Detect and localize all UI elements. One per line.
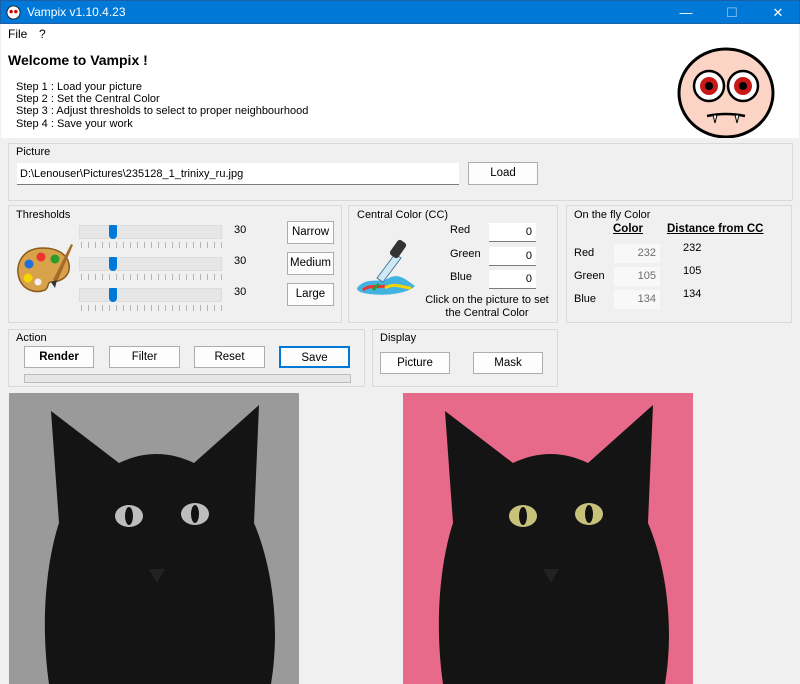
action-group: Action Render Filter Reset Save bbox=[8, 329, 365, 387]
picture-path-input[interactable]: D:\Lenouser\Pictures\235128_1_trinixy_ru… bbox=[17, 163, 459, 185]
welcome-title: Welcome to Vampix ! bbox=[8, 52, 148, 68]
cc-blue-input[interactable]: 0 bbox=[489, 270, 536, 289]
thresholds-label: Thresholds bbox=[16, 209, 71, 221]
threshold-value-1: 30 bbox=[234, 224, 247, 236]
fly-color-group: On the fly Color Color Distance from CC … bbox=[566, 205, 792, 323]
eyedropper-icon bbox=[357, 239, 415, 295]
threshold-slider-3-thumb[interactable] bbox=[108, 288, 117, 302]
step-1: Step 1 : Load your picture bbox=[16, 81, 142, 93]
fly-blue-label: Blue bbox=[574, 293, 597, 305]
cc-red-label: Red bbox=[450, 224, 471, 236]
threshold-slider-1[interactable] bbox=[79, 225, 222, 239]
fly-green-value: 105 bbox=[614, 267, 660, 286]
maximize-button[interactable]: ☐ bbox=[709, 1, 755, 25]
fly-distance-header: Distance from CC bbox=[667, 223, 764, 235]
fly-color-label: On the fly Color bbox=[574, 209, 651, 221]
original-image[interactable] bbox=[403, 393, 693, 684]
cc-green-label: Green bbox=[450, 248, 481, 260]
display-label: Display bbox=[380, 332, 417, 344]
picture-group-label: Picture bbox=[16, 146, 51, 158]
reset-button[interactable]: Reset bbox=[194, 346, 265, 368]
menu-help[interactable]: ? bbox=[39, 27, 46, 41]
threshold-slider-3[interactable] bbox=[79, 288, 222, 302]
mask-view-button[interactable]: Mask bbox=[473, 352, 543, 374]
cc-red-input[interactable]: 0 bbox=[489, 223, 536, 242]
minimize-button[interactable]: — bbox=[663, 1, 709, 25]
fly-blue-value: 134 bbox=[614, 290, 660, 309]
fly-green-label: Green bbox=[574, 270, 605, 282]
menu-file[interactable]: File bbox=[8, 27, 27, 41]
action-label: Action bbox=[16, 332, 47, 344]
cc-green-input[interactable]: 0 bbox=[489, 247, 536, 266]
threshold-slider-1-ticks bbox=[81, 242, 222, 248]
processed-image[interactable] bbox=[9, 393, 299, 684]
close-button[interactable]: ✕ bbox=[755, 1, 800, 25]
central-color-group: Central Color (CC) Red Green Blue 0 0 0 … bbox=[348, 205, 558, 323]
threshold-value-2: 30 bbox=[234, 255, 247, 267]
save-button[interactable]: Save bbox=[279, 346, 350, 368]
narrow-button[interactable]: Narrow bbox=[287, 221, 334, 244]
display-group: Display Picture Mask bbox=[372, 329, 558, 387]
thresholds-group: Thresholds 30 30 30 Narrow Medium Large bbox=[8, 205, 342, 323]
step-2: Step 2 : Set the Central Color bbox=[16, 93, 160, 105]
app-icon bbox=[6, 5, 21, 20]
threshold-slider-2[interactable] bbox=[79, 257, 222, 271]
step-3: Step 3 : Adjust thresholds to select to … bbox=[16, 105, 309, 117]
title-bar[interactable]: Vampix v1.10.4.23 — ☐ ✕ bbox=[0, 0, 800, 24]
threshold-value-3: 30 bbox=[234, 286, 247, 298]
cc-hint: Click on the picture to set the Central … bbox=[425, 294, 549, 319]
threshold-slider-2-ticks bbox=[81, 274, 222, 280]
step-4: Step 4 : Save your work bbox=[16, 118, 133, 130]
fly-red-label: Red bbox=[574, 247, 595, 259]
fly-blue-distance: 134 bbox=[683, 288, 702, 300]
fly-color-header: Color bbox=[613, 223, 644, 235]
menu-bar: File ? bbox=[1, 24, 799, 44]
render-button[interactable]: Render bbox=[24, 346, 94, 368]
picture-group: Picture D:\Lenouser\Pictures\235128_1_tr… bbox=[8, 143, 793, 201]
central-color-label: Central Color (CC) bbox=[357, 209, 449, 221]
medium-button[interactable]: Medium bbox=[287, 252, 334, 275]
large-button[interactable]: Large bbox=[287, 283, 334, 306]
picture-view-button[interactable]: Picture bbox=[380, 352, 450, 374]
threshold-slider-3-ticks bbox=[81, 305, 222, 311]
fly-green-distance: 105 bbox=[683, 265, 702, 277]
progress-bar bbox=[24, 374, 351, 383]
load-button[interactable]: Load bbox=[468, 162, 538, 185]
welcome-header: Welcome to Vampix ! Step 1 : Load your p… bbox=[1, 44, 799, 138]
filter-button[interactable]: Filter bbox=[109, 346, 180, 368]
palette-icon bbox=[17, 244, 73, 293]
vampire-logo bbox=[677, 47, 775, 138]
fly-red-value: 232 bbox=[614, 244, 660, 263]
fly-red-distance: 232 bbox=[683, 242, 702, 254]
threshold-slider-2-thumb[interactable] bbox=[108, 257, 117, 271]
cc-blue-label: Blue bbox=[450, 271, 473, 283]
window-title: Vampix v1.10.4.23 bbox=[27, 5, 126, 19]
threshold-slider-1-thumb[interactable] bbox=[108, 225, 117, 239]
